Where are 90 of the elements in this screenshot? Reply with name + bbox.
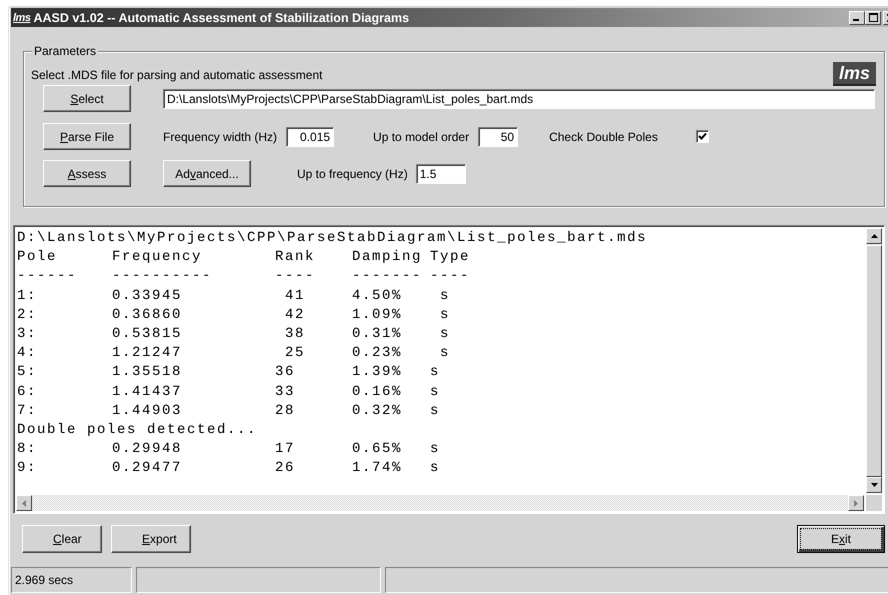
output-cell-text: s xyxy=(439,286,452,306)
output-cell-text: 0.29948 xyxy=(112,440,184,460)
output-cell-text: 1: xyxy=(17,286,38,306)
output-text-area[interactable] xyxy=(13,225,885,514)
output-cell-text: 36 xyxy=(275,363,296,382)
output-cell-text: 38 xyxy=(284,324,306,344)
file-path-field[interactable]: D:\Lanslots\MyProjects\CPP\ParseStabDiagram\List_poles_bart.mds xyxy=(163,88,875,108)
select-button[interactable]: Select xyxy=(43,85,131,112)
assess-button[interactable]: Assess xyxy=(43,160,131,187)
output-line: D:\Lanslots\MyProjects\CPP\ParseStabDiagram\List_poles_bart.mds xyxy=(17,229,648,248)
output-cell-text: 17 xyxy=(275,440,296,460)
output-cell-text: ---------- xyxy=(112,267,214,286)
output-cell-text: 0.32% xyxy=(352,402,404,421)
frequency-width-label: Frequency width (Hz) xyxy=(163,130,278,144)
output-cell-text: Pole xyxy=(17,248,58,268)
output-cell-text: 1.44903 xyxy=(112,402,184,421)
output-cell-text: 1.39% xyxy=(352,363,404,382)
output-cell-text: Rank xyxy=(275,248,316,268)
output-cell-text: 1.21247 xyxy=(112,344,184,364)
output-cell-text: ---- xyxy=(275,267,316,286)
down-arrow-icon xyxy=(870,483,878,487)
output-cell-text: 0.16% xyxy=(352,382,404,402)
output-cell-text: 41 xyxy=(284,286,306,306)
output-cell-text: 2: xyxy=(17,306,38,325)
company-logo: lms xyxy=(832,62,876,86)
vertical-scrollbar[interactable] xyxy=(866,228,882,493)
maximize-icon xyxy=(868,13,878,22)
output-cell-text: 0.31% xyxy=(352,324,404,344)
output-cell-text: Frequency xyxy=(112,248,204,268)
output-cell-text: 26 xyxy=(275,459,296,478)
output-cell-text: 0.65% xyxy=(352,440,404,460)
output-cell-text: ------ xyxy=(17,267,78,286)
max-frequency-field[interactable]: 1.5 xyxy=(416,164,466,184)
output-cell-text: s xyxy=(430,363,442,382)
prompt-label: Select .MDS file for parsing and automatic assessment xyxy=(31,68,322,82)
output-cell-text: s xyxy=(430,459,442,478)
scrollbar-corner xyxy=(866,495,882,511)
output-cell-text: 6: xyxy=(17,382,38,402)
output-cell-text: 4: xyxy=(17,344,38,364)
clear-button[interactable]: Clear xyxy=(22,525,102,553)
right-arrow-icon xyxy=(854,500,858,506)
output-cell-text: Damping xyxy=(352,248,424,268)
output-cell-text: 4.50% xyxy=(352,286,404,306)
output-cell-text: 1.35518 xyxy=(112,363,184,382)
output-cell-text: 0.33945 xyxy=(112,286,184,306)
double-poles-checkbox[interactable] xyxy=(696,130,709,143)
output-cell-text: 1.41437 xyxy=(112,382,184,402)
output-cell-text: s xyxy=(439,324,452,344)
output-cell-text: s xyxy=(430,382,442,402)
output-cell-text: 1.09% xyxy=(352,306,404,325)
double-poles-label: Check Double Poles xyxy=(549,130,658,144)
output-cell-text: ---- xyxy=(430,267,472,286)
output-cell-text: 42 xyxy=(284,306,306,325)
model-order-field[interactable]: 50 xyxy=(478,126,518,146)
output-cell-text: 9: xyxy=(17,459,38,478)
maximize-button[interactable] xyxy=(865,10,881,24)
output-cell-text: 1.74% xyxy=(352,459,404,478)
minimize-button[interactable] xyxy=(849,10,865,24)
output-cell-text: 0.23% xyxy=(352,344,404,364)
output-cell-text: 8: xyxy=(17,440,38,460)
output-cell-text: 0.29477 xyxy=(112,459,184,478)
status-panel: 2.969 secs xyxy=(11,567,132,593)
output-cell-text: 0.36860 xyxy=(112,306,184,325)
frequency-width-field[interactable]: 0.015 xyxy=(286,126,334,146)
output-cell-text: ------- xyxy=(352,267,424,286)
output-cell-text: s xyxy=(439,306,452,325)
advanced-button[interactable]: Advanced... xyxy=(163,160,251,187)
output-cell-text: Type xyxy=(430,248,472,268)
output-line: Double poles detected... xyxy=(17,420,258,440)
output-cell-text: 0.53815 xyxy=(112,324,184,344)
group-title: Parameters xyxy=(32,44,98,58)
export-button[interactable]: Export xyxy=(111,525,191,553)
model-order-label: Up to model order xyxy=(373,130,470,144)
output-cell-text: 7: xyxy=(17,402,38,421)
left-arrow-icon xyxy=(22,500,26,506)
output-cell-text: 3: xyxy=(17,324,38,344)
window-title: AASD v1.02 -- Automatic Assessment of Stabilization Diagrams xyxy=(33,10,410,24)
max-frequency-label: Up to frequency (Hz) xyxy=(297,166,408,180)
exit-button[interactable]: Exit xyxy=(797,525,885,553)
output-cell-text: s xyxy=(430,440,442,460)
output-cell-text: s xyxy=(439,344,452,364)
output-cell-text: 5: xyxy=(17,363,38,382)
output-cell-text: 33 xyxy=(275,382,296,402)
output-cell-text: s xyxy=(430,402,442,421)
horizontal-scrollbar[interactable] xyxy=(16,495,864,511)
output-cell-text: 25 xyxy=(284,344,306,364)
up-arrow-icon xyxy=(870,234,878,238)
parse-file-button[interactable]: Parse File xyxy=(43,123,131,150)
app-logo: lms xyxy=(13,12,30,24)
output-cell-text: 28 xyxy=(275,402,296,421)
